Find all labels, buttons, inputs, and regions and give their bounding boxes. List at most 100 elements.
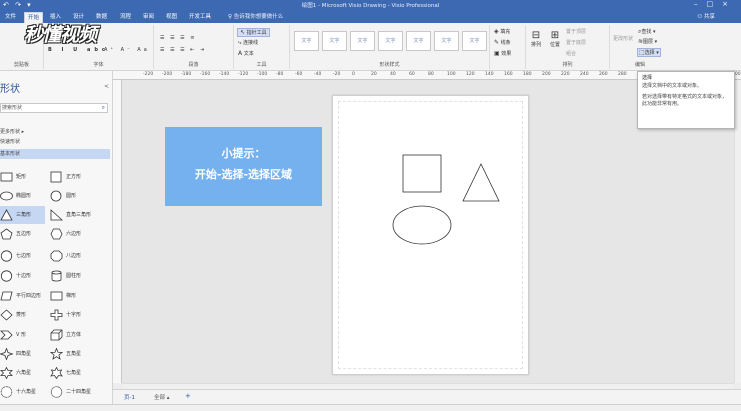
shape-label: 六角星: [16, 370, 32, 376]
category-more-shapes[interactable]: 更多形状 ▸: [0, 127, 110, 137]
style-swatch-5[interactable]: 文字: [406, 31, 431, 51]
star4-icon: [0, 348, 13, 360]
style-swatch-3[interactable]: 文字: [350, 31, 375, 51]
ellipse-shape[interactable]: [392, 205, 452, 245]
diamond-icon: [0, 309, 13, 321]
bring-front-button[interactable]: 置于顶层: [566, 28, 586, 35]
hint-text: 开始-选择-选择区域: [194, 168, 293, 181]
paint-bucket-icon: ◈: [494, 28, 499, 35]
search-icon[interactable]: ⌕: [102, 104, 105, 112]
search-shapes-placeholder: 搜索形状: [2, 105, 23, 111]
page-tabs-bar: 页-1 全部 ▴ +: [113, 389, 741, 404]
ruler-tick-label: 0: [352, 72, 355, 77]
ruler-tick-label: -120: [238, 72, 249, 77]
octagon-icon: [50, 250, 63, 262]
cross-icon: [50, 309, 63, 321]
pen-icon: ✎: [494, 39, 500, 46]
shapes-panel: 形状 < 搜索形状 ⌕ 更多形状 ▸ 快速形状 基本形状 矩形 正方形 椭圆形 圆…: [0, 71, 113, 404]
window-controls[interactable]: –□×: [694, 0, 737, 8]
group-arrange: ⊟ 排列 ⊞ 位置 置于顶层 置于底层 组合 排列: [526, 25, 610, 69]
style-swatch-7[interactable]: 文字: [462, 31, 487, 51]
group-editing: 更改形状 ⌕查找 ▾ ≋图层 ▾ ⬚选择 ▾ 编辑: [610, 25, 670, 69]
layers-label: 图层: [643, 39, 654, 45]
group-label-arrange: 排列: [562, 62, 573, 68]
search-shapes-input[interactable]: 搜索形状 ⌕: [0, 103, 108, 113]
ellipse-icon: [0, 191, 13, 201]
page-shapes: [392, 154, 500, 245]
square-icon: [50, 171, 62, 183]
ruler-tick-label: 80: [428, 72, 434, 77]
style-swatch-6[interactable]: 文字: [434, 31, 459, 51]
tab-file[interactable]: 文件: [2, 12, 19, 23]
send-back-label: 置于底层: [566, 40, 587, 46]
ruler-tick-label: -220: [143, 72, 154, 77]
position-icon: ⊞: [550, 30, 560, 41]
collapse-icon[interactable]: <: [104, 83, 109, 90]
send-back-button[interactable]: 置于底层: [566, 39, 586, 46]
layers-button[interactable]: ≋图层 ▾: [638, 38, 657, 45]
effects-button[interactable]: ▣ 效果: [494, 50, 511, 57]
tab-view[interactable]: 视图: [163, 12, 180, 23]
page-tab-1[interactable]: 页-1: [124, 393, 135, 401]
group-label-editing: 编辑: [634, 62, 645, 68]
shape-label: 梯形: [66, 293, 77, 299]
group-tools: ↖ 指针工具 ⤷ 连接线 A 文本 工具: [234, 25, 290, 69]
all-pages-tab[interactable]: 全部 ▴: [154, 393, 170, 401]
tab-developer[interactable]: 开发工具: [186, 12, 214, 23]
find-button[interactable]: ⌕查找 ▾: [638, 28, 656, 36]
star16-icon: [0, 386, 13, 398]
connector-icon: ⤷: [238, 39, 242, 46]
ruler-tick-label: 20: [371, 72, 377, 77]
minimize-icon[interactable]: –: [694, 0, 707, 8]
style-swatch-4[interactable]: 文字: [378, 31, 403, 51]
style-swatch-1[interactable]: 文字: [294, 31, 319, 51]
tooltip-title: 选择: [642, 75, 653, 81]
pointer-icon: ↖: [240, 29, 246, 36]
tell-me-text: 告诉我你想要做什么: [233, 14, 284, 20]
line-label: 线条: [500, 40, 511, 46]
watermark-logo: 秒懂视频: [24, 24, 97, 46]
shape-label: 二十四角星: [66, 389, 92, 395]
triangle-shape[interactable]: [462, 163, 500, 202]
line-button[interactable]: ✎ 线条: [494, 39, 511, 46]
shape-triangle[interactable]: 三角形: [0, 206, 45, 224]
shape-label: 四角星: [16, 351, 32, 357]
drawing-page[interactable]: [332, 95, 529, 375]
align-buttons[interactable]: ☰ ☰ ☰ ⇤ ⇥: [160, 47, 206, 53]
vertical-scrollbar[interactable]: [734, 80, 741, 383]
fill-button[interactable]: ◈ 填充: [494, 28, 510, 35]
window-title: 绘图1 - Microsoft Visio Drawing - Visio Pr…: [301, 3, 440, 9]
status-bar: [0, 404, 741, 411]
align-top-buttons[interactable]: ☰ ☰ ☰ ≡: [160, 35, 196, 41]
ruler-tick-label: -100: [257, 72, 268, 77]
ruler-tick-label: -200: [162, 72, 173, 77]
align-button[interactable]: ⊟ 排列: [529, 30, 543, 48]
shape-label: V 形: [16, 332, 27, 338]
find-label: 查找: [641, 29, 652, 35]
group-label-font: 字体: [93, 62, 104, 68]
select-button[interactable]: ⬚选择 ▾: [637, 48, 661, 57]
text-tool-button[interactable]: A 文本: [238, 50, 254, 57]
group-button[interactable]: 组合: [566, 50, 576, 57]
category-quick-shapes[interactable]: 快速形状: [0, 137, 110, 147]
category-basic-shapes[interactable]: 基本形状: [0, 149, 110, 159]
close-icon[interactable]: ×: [722, 0, 737, 8]
shape-label: 十字形: [66, 312, 82, 318]
ruler-tick-label: 260: [599, 72, 608, 77]
square-shape[interactable]: [402, 154, 442, 193]
group-label-shape-styles: 形状样式: [379, 62, 400, 68]
add-page-button[interactable]: +: [185, 392, 191, 400]
position-button[interactable]: ⊞ 位置: [548, 30, 562, 48]
style-swatch-2[interactable]: 文字: [322, 31, 347, 51]
shape-label: 立方体: [66, 332, 82, 338]
connector-button[interactable]: ⤷ 连接线: [238, 39, 258, 47]
share-button[interactable]: ⚇ 共享: [697, 12, 715, 22]
shape-label: 圆柱形: [66, 273, 82, 279]
position-label: 位置: [549, 42, 560, 48]
maximize-icon[interactable]: □: [707, 0, 723, 8]
cylinder-icon: [51, 270, 62, 282]
tell-me-box[interactable]: ♀ 告诉我你想要做什么: [228, 12, 283, 22]
pointer-tool-button[interactable]: ↖ 指针工具: [237, 28, 270, 37]
change-shape-button[interactable]: 更改形状: [612, 35, 634, 42]
rectangle-icon: [0, 172, 13, 182]
